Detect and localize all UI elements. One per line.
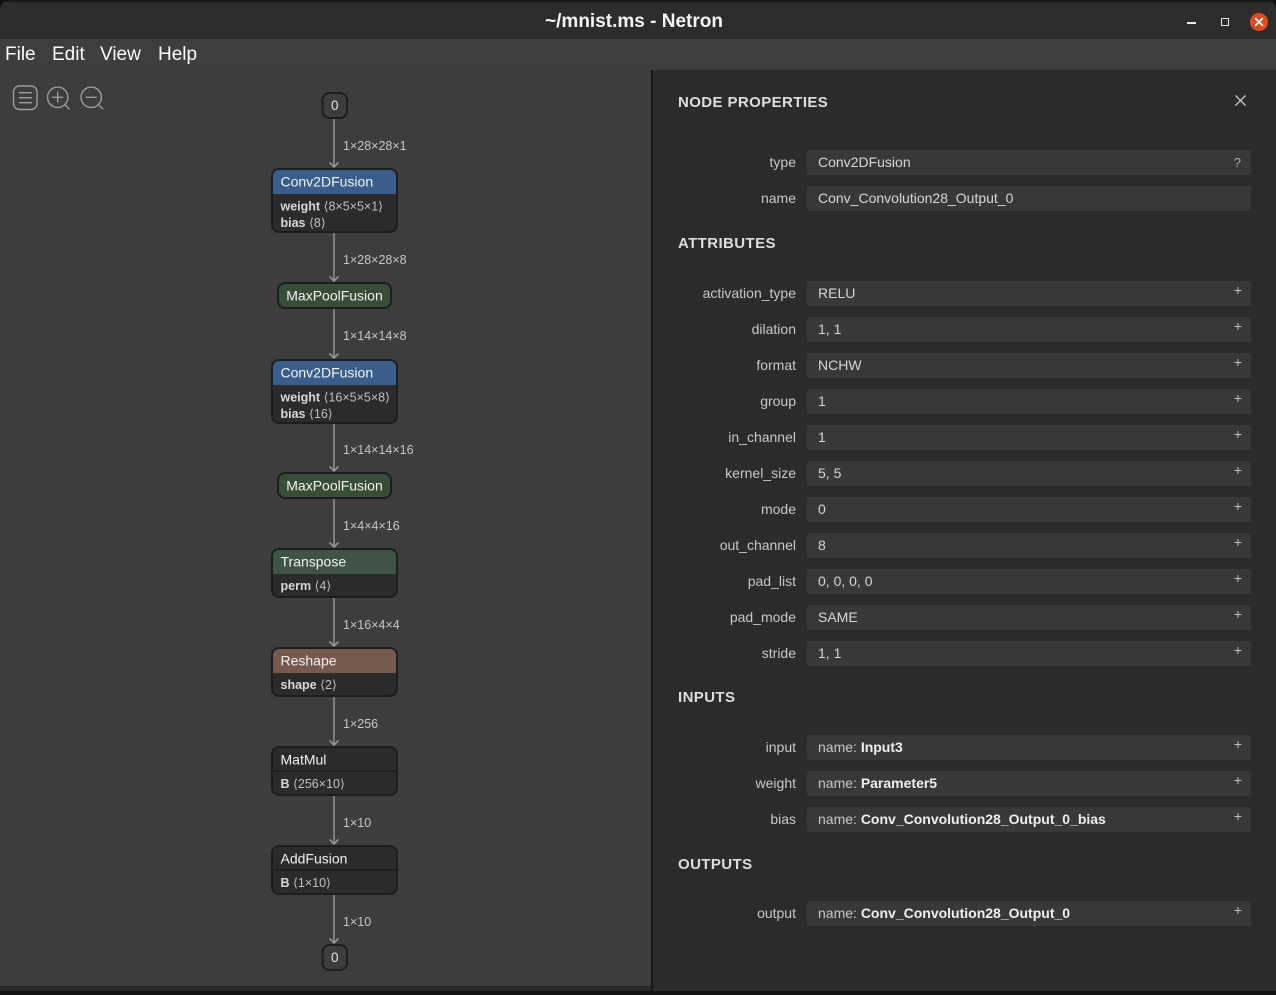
svg-text:MaxPoolFusion: MaxPoolFusion bbox=[286, 288, 383, 304]
svg-text:0: 0 bbox=[331, 98, 339, 113]
svg-text:perm ⟨4⟩: perm ⟨4⟩ bbox=[281, 579, 332, 593]
svg-text:B ⟨1×10⟩: B ⟨1×10⟩ bbox=[281, 876, 331, 890]
svg-text:1×14×14×16: 1×14×14×16 bbox=[343, 443, 414, 457]
svg-text:weight ⟨16×5×5×8⟩: weight ⟨16×5×5×8⟩ bbox=[280, 391, 390, 405]
svg-text:Transpose: Transpose bbox=[281, 554, 347, 570]
svg-text:1×16×4×4: 1×16×4×4 bbox=[343, 618, 400, 632]
svg-text:B ⟨256×10⟩: B ⟨256×10⟩ bbox=[281, 777, 345, 791]
svg-text:1×28×28×8: 1×28×28×8 bbox=[343, 253, 407, 267]
svg-text:Reshape: Reshape bbox=[281, 653, 337, 669]
svg-text:shape ⟨2⟩: shape ⟨2⟩ bbox=[281, 678, 337, 692]
svg-text:0: 0 bbox=[331, 950, 339, 965]
svg-text:bias ⟨16⟩: bias ⟨16⟩ bbox=[281, 407, 333, 421]
svg-text:1×14×14×8: 1×14×14×8 bbox=[343, 329, 407, 343]
svg-text:Conv2DFusion: Conv2DFusion bbox=[281, 365, 374, 381]
svg-text:1×4×4×16: 1×4×4×16 bbox=[343, 519, 400, 533]
svg-text:1×10: 1×10 bbox=[343, 816, 371, 830]
svg-text:MatMul: MatMul bbox=[281, 752, 327, 768]
svg-text:bias ⟨8⟩: bias ⟨8⟩ bbox=[281, 216, 326, 230]
svg-text:AddFusion: AddFusion bbox=[281, 851, 348, 867]
svg-text:Conv2DFusion: Conv2DFusion bbox=[281, 174, 374, 190]
svg-text:1×10: 1×10 bbox=[343, 915, 371, 929]
svg-text:1×256: 1×256 bbox=[343, 717, 378, 731]
svg-text:weight ⟨8×5×5×1⟩: weight ⟨8×5×5×1⟩ bbox=[280, 200, 384, 214]
svg-text:MaxPoolFusion: MaxPoolFusion bbox=[286, 478, 383, 494]
svg-text:1×28×28×1: 1×28×28×1 bbox=[343, 139, 407, 153]
